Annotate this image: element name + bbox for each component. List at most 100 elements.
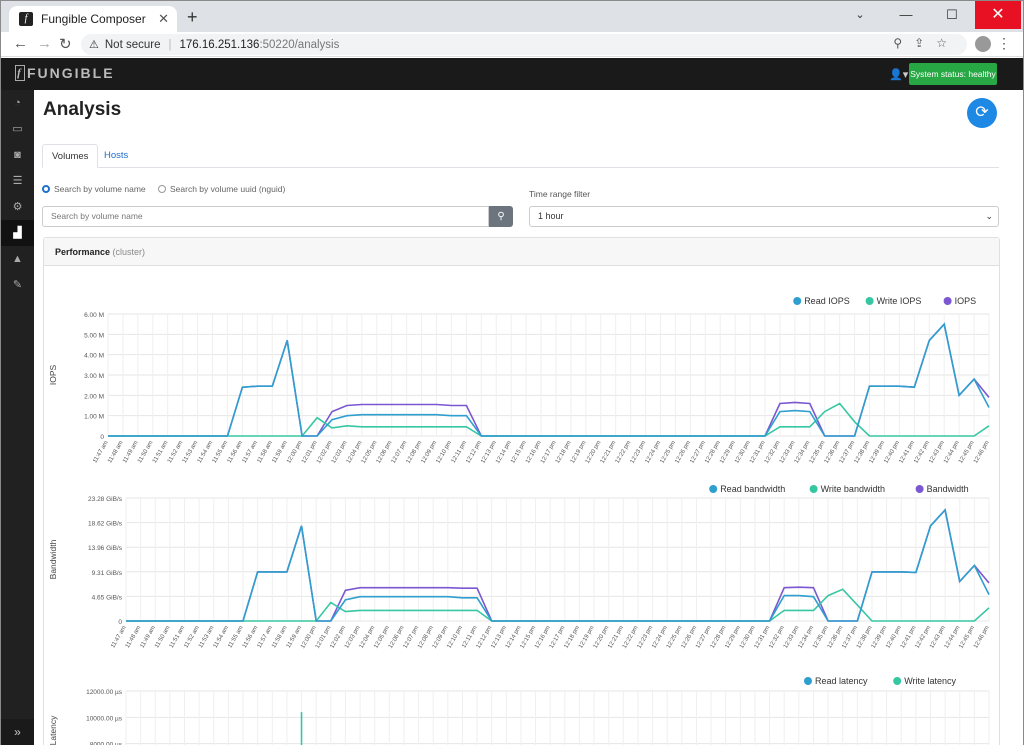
browser-tab[interactable]: f Fungible Composer ✕ bbox=[9, 6, 177, 32]
analytics-icon[interactable]: ▟ bbox=[1, 220, 34, 246]
legend-label: Write IOPS bbox=[877, 296, 922, 306]
y-axis-label: IOPS bbox=[48, 365, 58, 386]
radio-selected-icon bbox=[42, 185, 50, 193]
camera-icon[interactable]: ◙ bbox=[1, 142, 34, 168]
maximize-button[interactable]: ☐ bbox=[929, 1, 975, 29]
time-range-label: Time range filter bbox=[529, 189, 591, 199]
bandwidth-chart: 0 4.65 GiB/s 9.31 GiB/s 13.96 GiB/s 18.62 Gi… bbox=[44, 482, 999, 678]
user-menu-icon[interactable]: 👤▾ bbox=[889, 68, 908, 81]
legend-label: Bandwidth bbox=[927, 484, 969, 494]
tab-search-chevron-icon[interactable]: ⌄ bbox=[837, 1, 883, 29]
legend-label: Read IOPS bbox=[804, 296, 850, 306]
legend-marker bbox=[865, 297, 874, 305]
series-line-iops bbox=[108, 322, 990, 437]
close-window-button[interactable]: ✕ bbox=[975, 1, 1021, 29]
latency-chart: 8000.00 µs10000.00 µs12000.00 µsLatencyW… bbox=[44, 674, 999, 745]
tab-title: Fungible Composer bbox=[41, 12, 146, 26]
radio-search-by-name[interactable]: Search by volume name bbox=[42, 184, 146, 194]
not-secure-label: Not secure bbox=[104, 38, 161, 51]
card-title: Performance bbox=[55, 247, 111, 257]
radio-uuid-label: Search by volume uuid (nguid) bbox=[170, 184, 286, 194]
series-line-bandwidth bbox=[126, 508, 990, 622]
legend-marker bbox=[793, 297, 802, 305]
iops-chart-svg: 01.00 M2.00 M3.00 M4.00 M5.00 M6.00 MIOP… bbox=[48, 296, 991, 465]
y-tick-label: 3.00 M bbox=[84, 373, 104, 380]
minimize-button[interactable]: — bbox=[883, 1, 929, 29]
tab-close-icon[interactable]: ✕ bbox=[158, 11, 169, 27]
legend-label: Write latency bbox=[904, 676, 956, 686]
radio-search-by-uuid[interactable]: Search by volume uuid (nguid) bbox=[158, 184, 285, 194]
legend-marker bbox=[893, 677, 902, 685]
y-tick-label: 9.31 GiB/s bbox=[92, 570, 123, 577]
address-separator: | bbox=[168, 38, 172, 51]
y-tick-label: 6.00 M bbox=[84, 312, 104, 319]
legend-label: Read bandwidth bbox=[720, 484, 785, 494]
brand-name: FUNGIBLE bbox=[27, 65, 115, 81]
y-tick-label: 5.00 M bbox=[84, 332, 104, 339]
server-icon[interactable]: ☰ bbox=[1, 168, 34, 194]
legend-label: Read latency bbox=[815, 676, 868, 686]
browser-menu-icon[interactable]: ⋮ bbox=[997, 35, 1011, 52]
sidebar-expand-icon[interactable]: » bbox=[1, 719, 34, 745]
y-tick-label: 4.00 M bbox=[84, 353, 104, 360]
fungible-logo: f FUNGIBLE bbox=[15, 65, 115, 81]
card-header: Performance (cluster) bbox=[44, 238, 999, 266]
y-tick-label: 2.00 M bbox=[84, 393, 104, 400]
legend-marker bbox=[709, 485, 718, 493]
time-range-select[interactable]: 1 hour ⌄ bbox=[529, 206, 999, 227]
dashboard-icon[interactable]: ◔ bbox=[1, 90, 34, 116]
legend-label: IOPS bbox=[955, 296, 977, 306]
address-bar[interactable]: ⚠ Not secure | 176.16.251.136 :50220/ana… bbox=[81, 34, 967, 55]
tab-strip: f Fungible Composer ✕ + ⌄ — ☐ ✕ bbox=[1, 1, 1023, 32]
radio-unselected-icon bbox=[158, 185, 166, 193]
back-arrow-icon[interactable]: ← bbox=[13, 35, 28, 52]
search-icon: ⚲ bbox=[497, 211, 505, 222]
gears-icon[interactable]: ⚙ bbox=[1, 194, 34, 220]
legend-marker bbox=[915, 485, 924, 493]
search-button[interactable]: ⚲ bbox=[489, 206, 513, 227]
legend-marker bbox=[804, 677, 812, 685]
radio-name-label: Search by volume name bbox=[54, 184, 146, 194]
series-line-read-iops bbox=[108, 322, 990, 437]
card-subtitle: (cluster) bbox=[112, 247, 146, 257]
browser-window: f Fungible Composer ✕ + ⌄ — ☐ ✕ ← → ↻ ⚠ … bbox=[0, 0, 1024, 745]
y-axis-label: Bandwidth bbox=[48, 539, 58, 579]
system-status-badge[interactable]: System status: healthy bbox=[909, 63, 997, 85]
reload-icon[interactable]: ↻ bbox=[59, 35, 72, 53]
profile-avatar-icon[interactable] bbox=[975, 36, 991, 52]
sidebar: ◔ ▭ ◙ ☰ ⚙ ▟ ▲ ✎ » bbox=[1, 90, 34, 745]
bandwidth-chart-svg: 04.65 GiB/s9.31 GiB/s13.96 GiB/s18.62 Gi… bbox=[48, 484, 991, 650]
y-tick-label: 18.62 GiB/s bbox=[88, 521, 123, 528]
tab-hosts[interactable]: Hosts bbox=[95, 144, 137, 168]
fungible-favicon-icon: f bbox=[19, 12, 33, 26]
wrench-icon[interactable]: ✎ bbox=[1, 272, 34, 298]
storage-icon[interactable]: ▭ bbox=[1, 116, 34, 142]
y-tick-label: 4.65 GiB/s bbox=[92, 594, 123, 601]
y-tick-label: 13.96 GiB/s bbox=[88, 545, 123, 552]
warning-triangle-icon: ⚠ bbox=[89, 39, 99, 51]
y-tick-label: 23.28 GiB/s bbox=[88, 496, 123, 503]
legend-marker bbox=[809, 485, 818, 493]
performance-card: Performance (cluster) 0 1.00 M 2.00 M 3.00 … bbox=[43, 237, 1000, 745]
y-axis-label: Latency bbox=[48, 715, 58, 745]
main-content: Analysis ⟳ Volumes Hosts Search by volum… bbox=[34, 90, 1023, 745]
volume-search-input[interactable]: Search by volume name bbox=[42, 206, 489, 227]
x-tick-label: 12:46 pm bbox=[973, 440, 991, 465]
address-bar-actions-icon[interactable]: ⚲⇪☆ bbox=[893, 36, 959, 50]
refresh-button[interactable]: ⟳ bbox=[967, 98, 997, 128]
legend-label: Write bandwidth bbox=[821, 484, 885, 494]
forward-arrow-icon[interactable]: → bbox=[37, 35, 52, 52]
tab-volumes[interactable]: Volumes bbox=[42, 144, 99, 168]
url-host: 176.16.251.136 bbox=[179, 38, 260, 51]
warning-icon[interactable]: ▲ bbox=[1, 246, 34, 272]
y-tick-label: 12000.00 µs bbox=[86, 689, 123, 696]
series-line-read-bandwidth bbox=[126, 508, 990, 622]
legend-marker bbox=[943, 297, 952, 305]
iops-chart: 0 1.00 M 2.00 M 3.00 M 4.00 M 5.00 M 6.00 M IOP… bbox=[44, 290, 999, 478]
latency-chart-svg: 8000.00 µs10000.00 µs12000.00 µsLatencyW… bbox=[48, 676, 990, 745]
browser-toolbar: ← → ↻ ⚠ Not secure | 176.16.251.136 :502… bbox=[1, 32, 1023, 57]
page-title: Analysis bbox=[43, 99, 122, 120]
y-tick-label: 10000.00 µs bbox=[86, 715, 123, 722]
time-range-value: 1 hour bbox=[538, 211, 564, 221]
new-tab-button[interactable]: + bbox=[187, 7, 198, 28]
